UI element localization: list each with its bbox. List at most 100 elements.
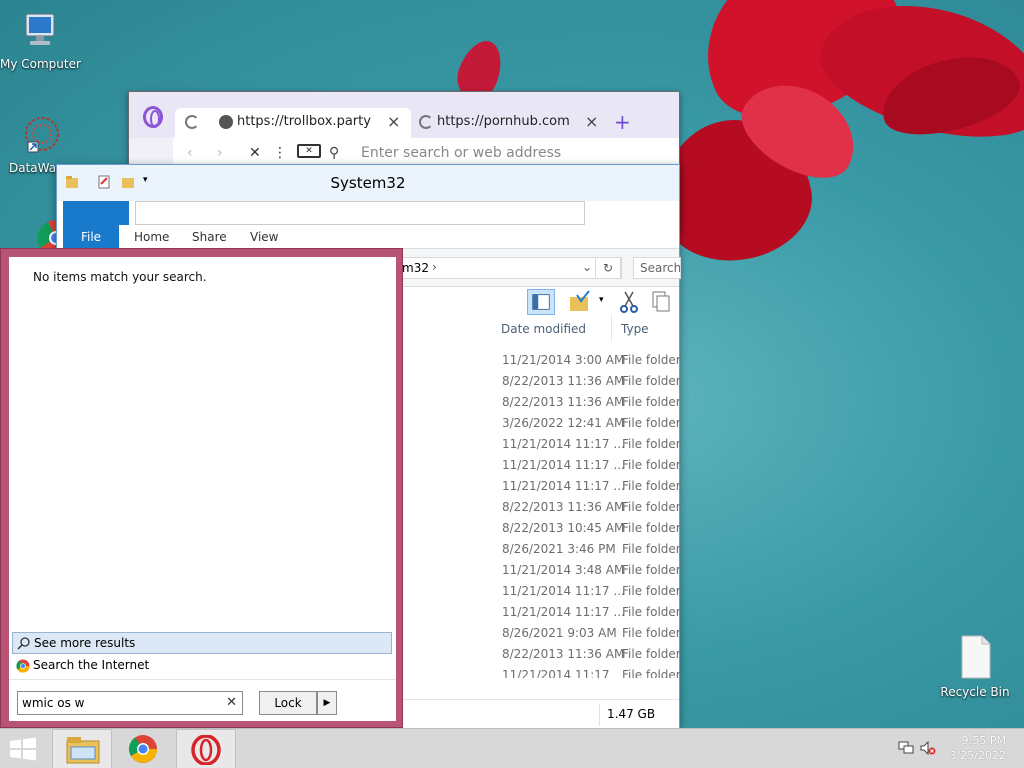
desktop-icon-label: Recycle Bin bbox=[940, 685, 1010, 699]
start-search-input[interactable]: wmic os w ✕ bbox=[17, 691, 243, 715]
see-more-results-link[interactable]: See more results bbox=[12, 632, 392, 654]
clock-time: 9:55 PM bbox=[961, 734, 1006, 747]
start-button[interactable] bbox=[8, 737, 38, 761]
globe-icon bbox=[219, 115, 233, 129]
desktop-icon-my-computer[interactable]: My Computer bbox=[0, 8, 81, 71]
system-clock[interactable]: 9:55 PM 3/25/2022 bbox=[950, 733, 1006, 763]
clear-search-icon[interactable]: ✕ bbox=[226, 695, 237, 710]
column-header-date-modified[interactable]: Date modified bbox=[501, 322, 586, 346]
tab-view[interactable]: View bbox=[250, 225, 278, 249]
stop-icon[interactable]: ✕ bbox=[249, 145, 261, 161]
type-cell: File folder bbox=[622, 374, 681, 388]
status-size: 1.47 GB bbox=[607, 707, 656, 721]
browser-tab-trollbox[interactable]: https://trollbox.party × bbox=[175, 108, 411, 138]
date-cell: 8/22/2013 10:45 AM bbox=[502, 521, 625, 535]
table-row[interactable]: 11/21/2014 11:17 ... File folder bbox=[497, 435, 681, 456]
table-row[interactable]: 8/26/2021 3:46 PM File folder bbox=[497, 540, 681, 561]
tab-file[interactable]: File bbox=[63, 225, 119, 249]
select-folder-icon[interactable] bbox=[567, 289, 595, 315]
type-cell: File folder bbox=[622, 395, 681, 409]
copy-icon[interactable] bbox=[647, 289, 675, 315]
taskbar-opera[interactable] bbox=[176, 729, 236, 768]
date-cell: 11/21/2014 11:17 bbox=[502, 668, 610, 678]
table-row[interactable]: 8/22/2013 10:45 AM File folder bbox=[497, 519, 681, 540]
search-icon: ⚲ bbox=[329, 145, 340, 161]
date-cell: 11/21/2014 3:00 AM bbox=[502, 353, 625, 367]
breadcrumb-text: m32 bbox=[402, 261, 429, 275]
table-row[interactable]: 8/22/2013 11:36 AM File folder bbox=[497, 372, 681, 393]
preview-pane-icon[interactable] bbox=[527, 289, 555, 315]
chevron-down-icon[interactable]: ⌄ bbox=[582, 260, 592, 274]
volume-muted-icon[interactable] bbox=[920, 741, 936, 755]
table-row[interactable]: 8/22/2013 11:36 AM File folder bbox=[497, 393, 681, 414]
date-cell: 8/22/2013 11:36 AM bbox=[502, 374, 625, 388]
forward-icon[interactable]: › bbox=[217, 145, 223, 161]
table-row[interactable]: 11/21/2014 11:17 ... File folder bbox=[497, 582, 681, 603]
table-row[interactable]: 3/26/2022 12:41 AM File folder bbox=[497, 414, 681, 435]
date-cell: 11/21/2014 11:17 ... bbox=[502, 584, 625, 598]
refresh-icon: ↻ bbox=[602, 261, 614, 275]
date-cell: 11/21/2014 11:17 ... bbox=[502, 479, 625, 493]
refresh-button[interactable]: ↻ bbox=[595, 257, 621, 279]
explorer-inner-pane bbox=[63, 201, 129, 225]
taskbar-file-explorer[interactable] bbox=[52, 729, 112, 768]
search-internet-link[interactable]: Search the Internet bbox=[12, 655, 392, 677]
table-row[interactable]: 11/21/2014 11:17 ... File folder bbox=[497, 603, 681, 624]
power-options-button[interactable]: ▶ bbox=[317, 691, 337, 715]
more-icon[interactable]: ⋮ bbox=[273, 145, 287, 161]
status-divider bbox=[599, 704, 600, 726]
column-divider bbox=[611, 315, 612, 341]
desktop-icon-recycle-bin[interactable]: Recycle Bin bbox=[935, 634, 1015, 699]
date-cell: 11/21/2014 11:17 ... bbox=[502, 605, 625, 619]
search-query: wmic os w bbox=[22, 696, 85, 710]
ad-block-icon[interactable]: ✕ bbox=[297, 144, 321, 158]
type-cell: File folder bbox=[622, 647, 681, 661]
table-row[interactable]: 11/21/2014 11:17 File folder bbox=[497, 666, 681, 678]
column-header-type[interactable]: Type bbox=[621, 322, 649, 346]
table-row[interactable]: 11/21/2014 3:00 AM File folder bbox=[497, 351, 681, 372]
date-cell: 3/26/2022 12:41 AM bbox=[502, 416, 625, 430]
loading-spinner-icon bbox=[419, 115, 433, 129]
browser-tab-pornhub[interactable]: https://pornhub.com × bbox=[413, 108, 603, 138]
table-row[interactable]: 8/26/2021 9:03 AM File folder bbox=[497, 624, 681, 645]
window-title: System32 bbox=[330, 174, 406, 192]
date-cell: 8/26/2021 3:46 PM bbox=[502, 542, 616, 556]
close-tab-icon[interactable]: × bbox=[387, 112, 400, 131]
chrome-icon bbox=[129, 735, 157, 763]
type-cell: File folder bbox=[622, 563, 681, 577]
table-row[interactable]: 11/21/2014 3:48 AM File folder bbox=[497, 561, 681, 582]
breadcrumb[interactable]: m32 › ⌄ bbox=[397, 257, 622, 279]
datawago-icon bbox=[25, 117, 59, 153]
tab-home[interactable]: Home bbox=[134, 225, 169, 249]
date-cell: 8/26/2021 9:03 AM bbox=[502, 626, 617, 640]
date-cell: 8/22/2013 11:36 AM bbox=[502, 500, 625, 514]
table-row[interactable]: 11/21/2014 11:17 ... File folder bbox=[497, 456, 681, 477]
type-cell: File folder bbox=[622, 416, 681, 430]
table-row[interactable]: 8/22/2013 11:36 AM File folder bbox=[497, 645, 681, 666]
type-cell: File folder bbox=[622, 542, 681, 556]
network-icon[interactable] bbox=[898, 741, 914, 755]
chevron-down-icon[interactable]: ▾ bbox=[599, 295, 604, 305]
address-input[interactable]: Enter search or web address bbox=[361, 145, 561, 161]
type-cell: File folder bbox=[622, 500, 681, 514]
table-row[interactable]: 11/21/2014 11:17 ... File folder bbox=[497, 477, 681, 498]
opera-logo-icon[interactable] bbox=[143, 106, 163, 128]
table-row[interactable]: 8/22/2013 11:36 AM File folder bbox=[497, 498, 681, 519]
tab-label: https://trollbox.party bbox=[237, 114, 371, 129]
back-icon[interactable]: ‹ bbox=[187, 145, 193, 161]
search-input[interactable]: Search bbox=[633, 257, 681, 279]
tab-share[interactable]: Share bbox=[192, 225, 227, 249]
taskbar-chrome[interactable] bbox=[114, 729, 174, 768]
cut-icon[interactable] bbox=[615, 289, 643, 315]
lock-button[interactable]: Lock bbox=[259, 691, 317, 715]
type-cell: File folder bbox=[622, 353, 681, 367]
desktop-icon-label: My Computer bbox=[0, 57, 81, 71]
close-tab-icon[interactable]: × bbox=[585, 112, 598, 131]
opera-icon bbox=[191, 735, 221, 765]
file-explorer-icon bbox=[66, 737, 100, 764]
clock-date: 3/25/2022 bbox=[949, 749, 1006, 762]
search-controls: wmic os w ✕ Lock ▶ bbox=[9, 679, 396, 721]
chrome-icon bbox=[16, 659, 30, 673]
new-tab-icon[interactable]: + bbox=[614, 110, 631, 134]
taskbar: 9:55 PM 3/25/2022 bbox=[0, 728, 1024, 768]
